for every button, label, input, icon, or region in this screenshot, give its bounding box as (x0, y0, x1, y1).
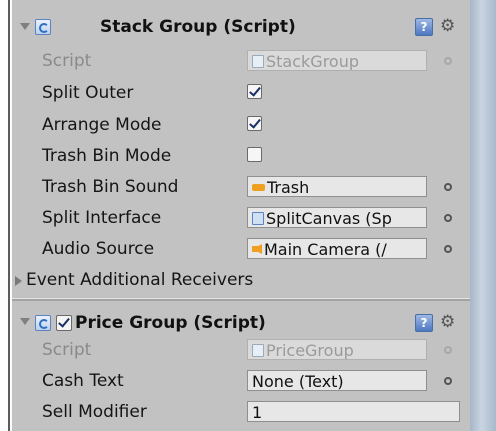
property-row-split-outer: Split Outer (12, 78, 470, 109)
component-title: Price Group (Script) (75, 313, 266, 333)
object-picker-icon[interactable] (444, 377, 452, 385)
property-label: Cash Text (42, 371, 124, 391)
audio-source-icon (252, 244, 262, 254)
property-label: Trash Bin Mode (42, 146, 172, 166)
help-icon[interactable]: ? (415, 18, 433, 36)
script-icon (35, 19, 51, 35)
property-row-script: Script PriceGroup (12, 335, 470, 366)
cash-text-field[interactable]: None (Text) (247, 370, 427, 391)
foldout-label: Event Additional Receivers (26, 270, 254, 290)
scrollbar[interactable] (470, 0, 496, 431)
property-label: Split Outer (42, 83, 134, 103)
property-row-arrange-mode: Arrange Mode (12, 110, 470, 141)
property-row-cash-text: Cash Text None (Text) (12, 366, 470, 397)
script-icon (252, 54, 264, 68)
component-header-stack-group[interactable]: Stack Group (Script) ? ⚙ (12, 10, 470, 44)
property-label: Arrange Mode (42, 115, 162, 135)
inspector-left-border (8, 0, 10, 431)
property-label: Sell Modifier (42, 402, 147, 422)
split-outer-checkbox[interactable] (247, 84, 262, 99)
inspector-panel: Stack Group (Script) ? ⚙ Script StackGro… (12, 0, 470, 431)
object-picker-icon[interactable] (444, 245, 452, 253)
script-icon (252, 211, 264, 225)
field-value: Main Camera (/ (264, 240, 387, 259)
property-label: Audio Source (42, 239, 155, 259)
object-picker-icon[interactable] (444, 183, 452, 191)
foldout-arrow-icon[interactable] (15, 276, 22, 286)
gear-icon[interactable]: ⚙ (440, 17, 458, 35)
field-value: StackGroup (266, 52, 360, 71)
fold-arrow-icon[interactable] (20, 23, 30, 30)
sell-modifier-input[interactable]: 1 (247, 401, 460, 422)
property-row-trash-bin-mode: Trash Bin Mode (12, 141, 470, 172)
checkmark-icon (249, 116, 261, 129)
script-field: PriceGroup (247, 339, 427, 360)
split-interface-field[interactable]: SplitCanvas (Sp (247, 207, 427, 228)
script-icon (35, 315, 51, 331)
field-value: PriceGroup (266, 341, 354, 360)
foldout-event-additional-receivers[interactable]: Event Additional Receivers (12, 265, 470, 296)
property-row-audio-source: Audio Source Main Camera (/ (12, 234, 470, 265)
checkmark-icon (249, 84, 261, 97)
property-label: Script (42, 340, 92, 360)
field-value: SplitCanvas (Sp (266, 209, 392, 228)
component-title: Stack Group (Script) (100, 17, 296, 37)
property-label: Trash Bin Sound (42, 177, 179, 197)
script-icon (252, 343, 264, 357)
field-value: Trash (267, 178, 310, 197)
component-separator (12, 298, 470, 301)
field-value: None (Text) (252, 372, 344, 391)
fold-arrow-icon[interactable] (20, 318, 30, 325)
property-row-script: Script StackGroup (12, 46, 470, 77)
arrange-mode-checkbox[interactable] (247, 116, 262, 131)
property-row-sell-modifier: Sell Modifier 1 (12, 397, 470, 428)
property-label: Split Interface (42, 208, 162, 228)
component-enabled-checkbox[interactable] (56, 315, 72, 331)
help-icon[interactable]: ? (415, 314, 433, 332)
checkmark-icon (58, 315, 70, 328)
object-picker-icon (444, 346, 452, 354)
property-label: Script (42, 51, 92, 71)
trash-bin-sound-field[interactable]: Trash (247, 176, 427, 197)
component-header-price-group[interactable]: Price Group (Script) ? ⚙ (12, 305, 470, 339)
object-picker-icon[interactable] (444, 214, 452, 222)
object-picker-icon (444, 57, 452, 65)
trash-bin-mode-checkbox[interactable] (247, 147, 262, 162)
property-row-split-interface: Split Interface SplitCanvas (Sp (12, 203, 470, 234)
audio-clip-icon (252, 183, 265, 191)
field-value: 1 (252, 403, 263, 422)
script-field: StackGroup (247, 50, 427, 71)
audio-source-field[interactable]: Main Camera (/ (247, 238, 427, 259)
gear-icon[interactable]: ⚙ (440, 313, 458, 331)
property-row-trash-bin-sound: Trash Bin Sound Trash (12, 172, 470, 203)
